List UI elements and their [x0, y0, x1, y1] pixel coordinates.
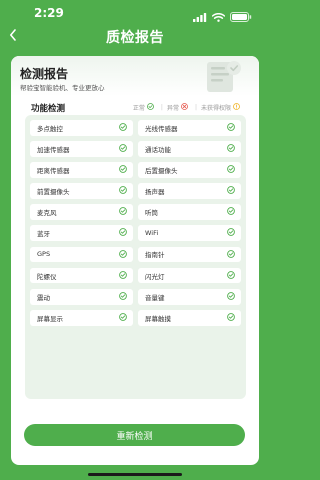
check-item-label: WiFi [145, 229, 159, 238]
check-circle-icon [227, 186, 235, 196]
check-item-label: 闪光灯 [145, 272, 165, 281]
check-item: 闪光灯 [138, 267, 241, 284]
check-circle-icon [119, 144, 127, 154]
check-circle-icon [227, 249, 235, 260]
check-circle-icon [227, 270, 235, 281]
check-item-label: 麦克风 [37, 209, 57, 218]
legend-divider: | [194, 104, 197, 111]
legend-normal-label: 正常 [132, 105, 145, 112]
check-circle-icon [227, 228, 235, 238]
check-circle-icon [119, 270, 127, 281]
check-item-label: 听筒 [145, 209, 158, 218]
section-title: 功能检测 [31, 104, 66, 114]
check-item: 陀螺仪 [30, 267, 133, 284]
legend-no-permission-label: 未获得权限 [200, 105, 231, 112]
status-time: 2:29 [34, 6, 64, 20]
check-item: 通话功能 [138, 141, 241, 157]
check-item-label: 指南针 [145, 251, 165, 260]
warning-circle-icon [233, 103, 240, 112]
check-circle-icon [227, 123, 235, 133]
report-document-icon [201, 58, 245, 98]
check-circle-icon [227, 291, 235, 302]
check-item: 麦克风 [30, 204, 133, 221]
status-bar: 2:29 [0, 0, 270, 24]
check-circle-icon [227, 312, 235, 323]
check-circle-icon [119, 228, 127, 238]
check-item-label: 多点触控 [37, 124, 63, 133]
check-item-label: 光线传感器 [145, 124, 178, 133]
check-item-label: 陀螺仪 [37, 272, 57, 281]
report-subtitle: 帮验宝智能验机、专业更放心 [20, 84, 105, 92]
function-check-grid: 多点触控 光线传感器加速传感器 通话功能距离传感器 后置摄像头前置摄像头 扬声器麦克风 听… [30, 120, 241, 326]
check-item: WiFi [138, 225, 241, 242]
check-item-label: 扬声器 [145, 188, 165, 197]
check-item-label: 距离传感器 [37, 167, 70, 176]
check-item: 屏幕显示 [30, 309, 133, 326]
check-item: 指南针 [138, 246, 241, 263]
check-item-label: 屏幕显示 [37, 314, 63, 323]
check-item-label: 屏幕触摸 [145, 314, 171, 323]
home-indicator [88, 473, 182, 476]
nav-bar: 质检报告 [0, 24, 270, 46]
retest-button[interactable]: 重新检测 [24, 424, 245, 446]
check-item: 距离传感器 [30, 162, 133, 178]
check-item: 屏幕触摸 [138, 309, 241, 326]
check-circle-icon [119, 312, 127, 323]
legend-abnormal-label: 异常 [166, 105, 179, 112]
check-item-label: 音量键 [145, 293, 165, 302]
check-item: 扬声器 [138, 183, 241, 200]
check-item-label: 加速传感器 [37, 145, 70, 154]
check-item: 多点触控 [30, 120, 133, 136]
function-check-panel: 多点触控 光线传感器加速传感器 通话功能距离传感器 后置摄像头前置摄像头 扬声器麦克风 听… [25, 115, 246, 399]
report-card: 检测报告 帮验宝智能验机、专业更放心 功能检测 正常 | 异常 | 未获得权限 … [11, 56, 259, 465]
check-circle-icon [119, 186, 127, 196]
check-item-label: 后置摄像头 [145, 167, 178, 176]
check-item: 加速传感器 [30, 141, 133, 157]
check-item: 前置摄像头 [30, 183, 133, 200]
cross-circle-icon [181, 103, 188, 112]
check-circle-icon [119, 207, 127, 217]
report-title: 检测报告 [20, 67, 69, 81]
check-item-label: 前置摄像头 [37, 188, 70, 197]
check-item: 听筒 [138, 204, 241, 221]
check-item-label: GPS [37, 250, 51, 259]
report-header: 检测报告 帮验宝智能验机、专业更放心 [11, 56, 259, 96]
check-item: GPS [30, 246, 133, 263]
check-circle-icon [227, 207, 235, 217]
check-circle-icon [119, 249, 127, 260]
check-item-label: 震动 [37, 293, 50, 302]
check-item-label: 通话功能 [145, 145, 171, 154]
check-item: 光线传感器 [138, 120, 241, 136]
check-circle-icon [227, 144, 235, 154]
check-item: 音量键 [138, 288, 241, 305]
status-legend: 正常 | 异常 | 未获得权限 [133, 103, 243, 112]
check-circle-icon [147, 103, 154, 112]
screen: 2:29 质检报告 检测报告 帮验宝智能验机、专业更放心 功能检测 正常 | 异… [0, 0, 270, 480]
check-item: 震动 [30, 288, 133, 305]
check-circle-icon [119, 165, 127, 175]
legend-divider: | [160, 104, 163, 111]
section-header: 功能检测 正常 | 异常 | 未获得权限 [11, 102, 259, 116]
check-circle-icon [227, 165, 235, 175]
check-item-label: 蓝牙 [37, 230, 50, 239]
check-item: 后置摄像头 [138, 162, 241, 178]
check-item: 蓝牙 [30, 225, 133, 242]
check-circle-icon [119, 123, 127, 133]
check-circle-icon [119, 291, 127, 302]
page-title: 质检报告 [106, 30, 164, 46]
